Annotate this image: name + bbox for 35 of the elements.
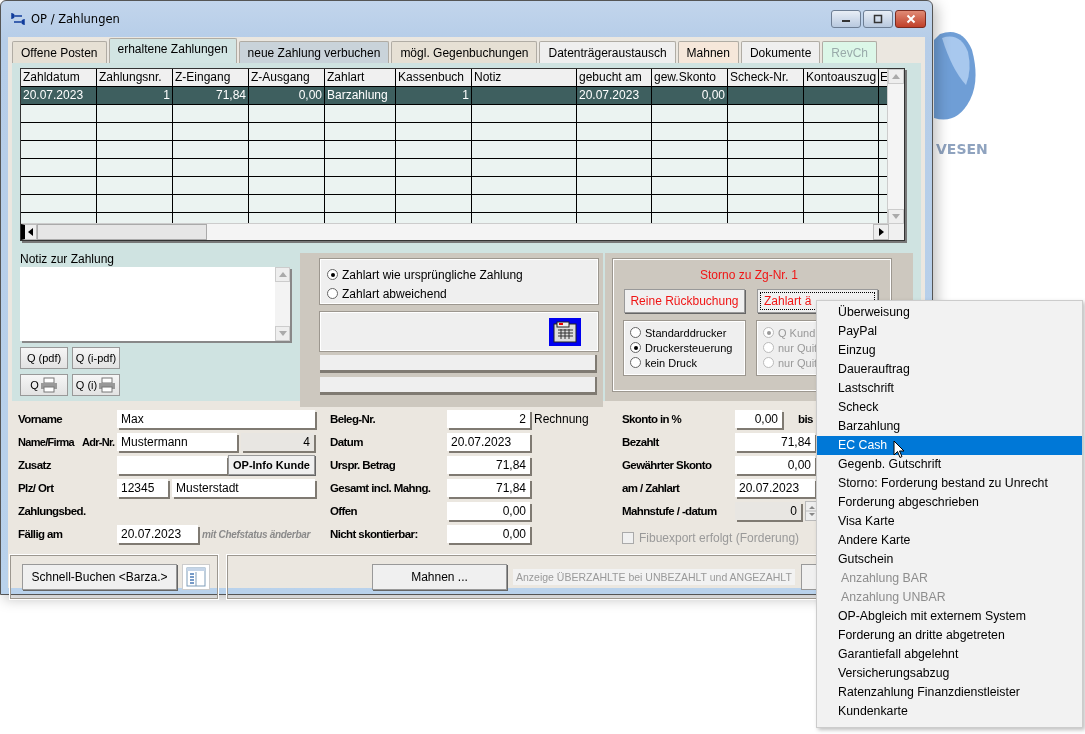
field-label: Nicht skontierbar:	[330, 528, 419, 540]
field-label: Urspr. Betrag	[330, 459, 397, 471]
field-label: Beleg-Nr.	[330, 413, 377, 425]
table-cell: 1	[97, 87, 173, 105]
field-label: Skonto in %	[622, 413, 683, 425]
field-label: Adr-Nr.	[82, 436, 116, 448]
window-title: OP / Zahlungen	[31, 12, 120, 26]
field-label: am / Zahlart	[622, 482, 681, 494]
field-label: Bezahlt	[622, 436, 660, 448]
document-type-text: Rechnung	[534, 412, 589, 426]
table-cell: 1	[396, 87, 472, 105]
overpaid-hint-text: Anzeige ÜBERZAHLTE bei UNBEZAHLT und ANGEZAHLT	[513, 569, 795, 585]
table-cell: 0,00	[652, 87, 728, 105]
field-label: Mahnstufe / -datum	[622, 505, 718, 517]
note-label: Notiz zur Zahlung	[20, 253, 116, 266]
checkbox-label: Fibuexport erfolgt (Forderung)	[639, 531, 800, 545]
table-cell: Barzahlung	[325, 87, 396, 105]
table-cell: 20.07.2023	[577, 87, 652, 105]
table-cell: 71,84	[173, 87, 249, 105]
table-cell: 0,00	[249, 87, 325, 105]
field-label: Plz/ Ort	[18, 482, 55, 494]
field-label: Gewährter Skonto	[622, 459, 713, 471]
field-label: bis	[798, 413, 813, 425]
storno-title: Storno zu Zg-Nr. 1	[698, 268, 799, 284]
field-label: Gesamt incl. Mahng.	[330, 482, 432, 494]
field-label: Fällig am	[18, 528, 64, 540]
table-cell: 20.07.2023	[21, 87, 97, 105]
field-label: Name/Firma	[18, 436, 76, 448]
field-label: Datum	[330, 436, 364, 448]
field-label: Offen	[330, 505, 359, 517]
field-label: Zusatz	[18, 459, 52, 471]
field-label: Zahlungsbed.	[18, 505, 87, 517]
hint-text: mit Chefstatus änderbar	[202, 528, 311, 540]
background-logo-text: VESEN	[936, 141, 988, 157]
field-label: Vorname	[18, 413, 64, 425]
